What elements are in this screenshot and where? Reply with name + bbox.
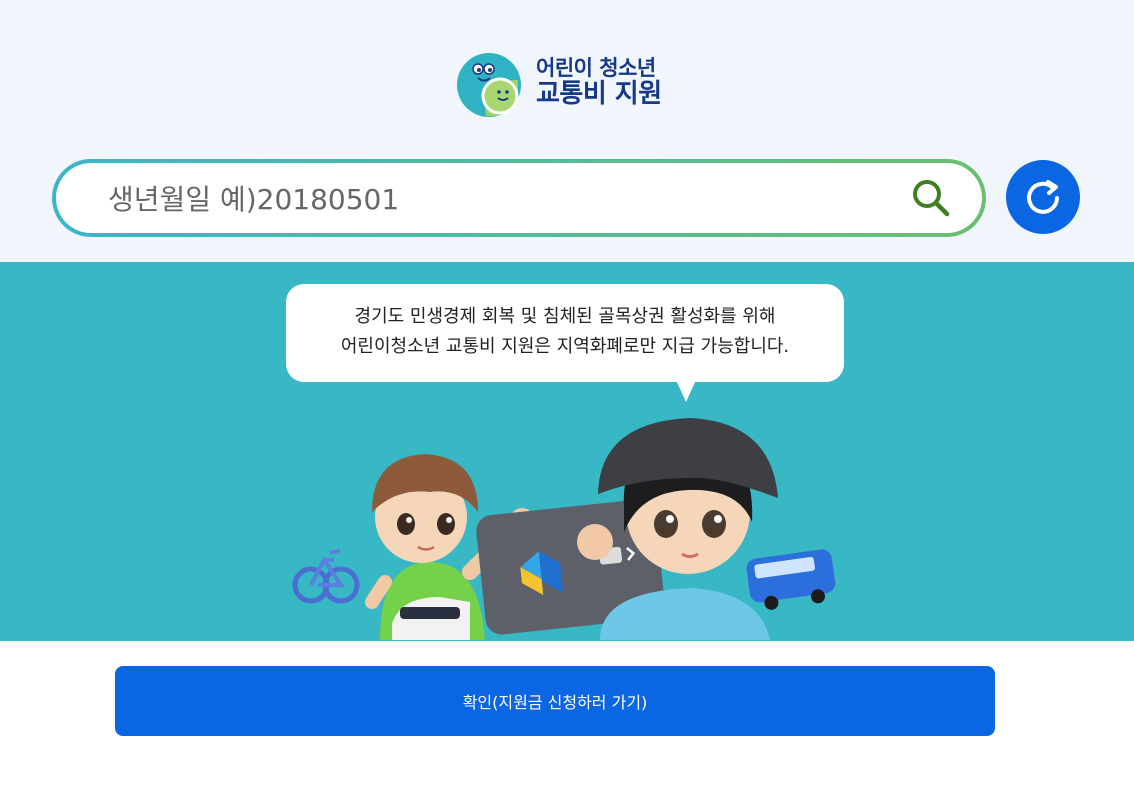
notice-speech-bubble: 경기도 민생경제 회복 및 침체된 골목상권 활성화를 위해 어린이청소년 교통… bbox=[286, 284, 844, 382]
refresh-icon bbox=[1027, 180, 1059, 214]
refresh-button[interactable] bbox=[1006, 160, 1080, 234]
bus-icon bbox=[746, 549, 836, 610]
search-icon bbox=[913, 180, 950, 217]
search-bar bbox=[52, 159, 986, 237]
site-logo[interactable]: 어린이 청소년 교통비 지원 bbox=[456, 52, 686, 120]
notice-line2: 어린이청소년 교통비 지원은 지역화폐로만 지급 가능합니다. bbox=[340, 336, 790, 357]
logo-title-line1: 어린이 청소년 bbox=[536, 56, 656, 80]
notice-line1: 경기도 민생경제 회복 및 침체된 골목상권 활성화를 위해 bbox=[354, 306, 776, 327]
logo-title-line2: 교통비 지원 bbox=[536, 79, 662, 110]
header-area: 어린이 청소년 교통비 지원 bbox=[0, 0, 1134, 262]
hero-banner: 경기도 민생경제 회복 및 침체된 골목상권 활성화를 위해 어린이청소년 교통… bbox=[0, 262, 1134, 641]
logo-text: 어린이 청소년 교통비 지원 bbox=[536, 56, 662, 110]
search-button[interactable] bbox=[910, 177, 952, 219]
logo-mascot-icon bbox=[457, 53, 521, 117]
speech-bubble-tail bbox=[676, 380, 696, 402]
search-field-container bbox=[56, 163, 982, 235]
birthdate-search-input[interactable] bbox=[106, 163, 890, 235]
bicycle-icon bbox=[292, 548, 360, 604]
confirm-apply-button[interactable]: 확인(지원금 신청하러 가기) bbox=[115, 666, 995, 736]
